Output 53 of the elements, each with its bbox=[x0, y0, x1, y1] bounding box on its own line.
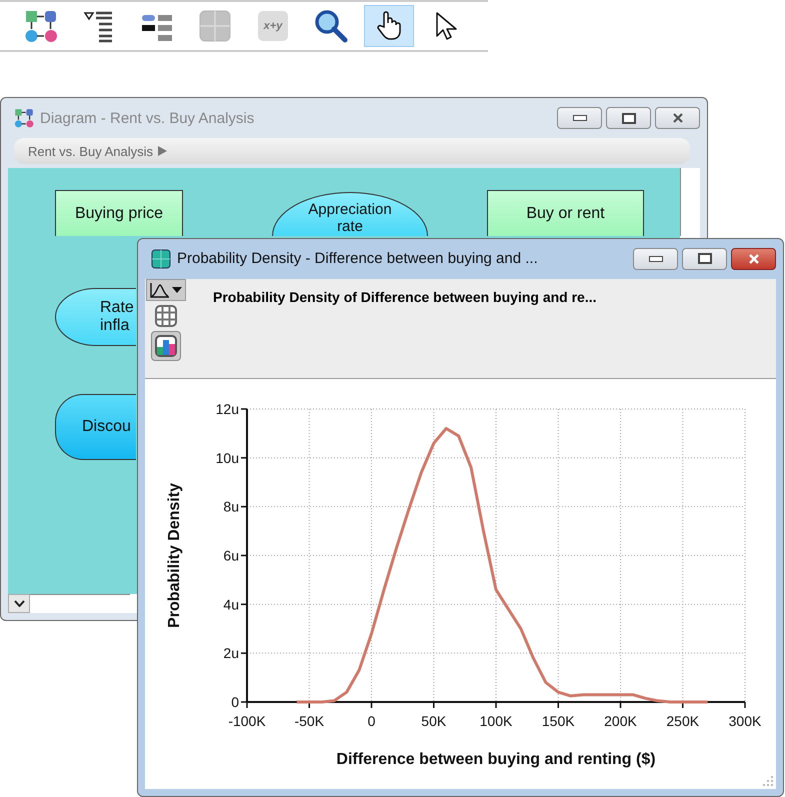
hand-icon bbox=[376, 11, 402, 41]
y-tick-label: 2u bbox=[223, 645, 239, 662]
y-tick-label: 6u bbox=[223, 548, 239, 564]
graph-view-button[interactable] bbox=[151, 330, 181, 361]
triangle-right-icon bbox=[157, 146, 167, 156]
x-tick-label: 50K bbox=[421, 713, 446, 729]
table-grid-icon bbox=[154, 304, 178, 328]
x-tick-label: 300K bbox=[728, 713, 762, 729]
table-icon bbox=[151, 248, 171, 269]
x-tick-label: -100K bbox=[228, 713, 266, 729]
restore-button[interactable] bbox=[682, 248, 727, 270]
close-button[interactable] bbox=[655, 107, 700, 129]
minimize-button[interactable] bbox=[633, 248, 678, 270]
chance-node[interactable]: Appreciation rate bbox=[272, 192, 428, 236]
chance-node[interactable]: Rate infla bbox=[55, 288, 136, 346]
y-tick-label: 10u bbox=[216, 450, 239, 466]
x-tick-label: 250K bbox=[666, 713, 700, 729]
close-icon bbox=[748, 252, 760, 265]
x-tick-label: 150K bbox=[542, 713, 575, 729]
bar-graph-icon bbox=[154, 334, 178, 358]
diagram-icon bbox=[14, 108, 34, 128]
y-tick-label: 0 bbox=[231, 694, 239, 710]
x-tick-label: -50K bbox=[294, 713, 324, 729]
close-icon bbox=[672, 112, 684, 124]
curve-dropdown-icon bbox=[149, 282, 183, 298]
hand-tool-button[interactable] bbox=[364, 5, 414, 47]
y-tick-label: 8u bbox=[223, 498, 239, 515]
window-title: Diagram - Rent vs. Buy Analysis bbox=[40, 110, 256, 126]
y-tick-label: 4u bbox=[223, 596, 239, 612]
restore-button[interactable] bbox=[606, 107, 651, 129]
dropdown-button[interactable] bbox=[8, 594, 30, 613]
grid-icon bbox=[198, 9, 232, 43]
chart-title: Probability Density of Difference between buying and re... bbox=[212, 288, 597, 307]
x-tick-label: 200K bbox=[604, 713, 637, 729]
expression-icon: x+y bbox=[258, 11, 288, 41]
x-tick-label: 0 bbox=[368, 713, 376, 729]
x-axis-title: Difference between buying and renting ($) bbox=[336, 751, 656, 768]
search-icon bbox=[314, 9, 348, 43]
diagram-icon bbox=[24, 9, 58, 43]
chart-type-view-button[interactable] bbox=[146, 278, 186, 301]
close-button[interactable] bbox=[731, 248, 776, 270]
y-tick-label: 12u bbox=[216, 401, 239, 417]
x-tick-label: 100K bbox=[480, 713, 512, 729]
resize-grip-icon bbox=[762, 775, 774, 787]
y-axis-title: Probability Density bbox=[166, 483, 183, 628]
breadcrumb-link[interactable]: Rent vs. Buy Analysis bbox=[28, 144, 153, 158]
decision-node[interactable]: Buying price bbox=[55, 190, 183, 236]
objective-node[interactable]: Discou bbox=[55, 394, 136, 460]
decision-node[interactable]: Buy or rent bbox=[487, 190, 644, 236]
window-title: Probability Density - Difference between buying and ... bbox=[177, 250, 539, 268]
pointer-icon bbox=[435, 11, 459, 41]
chevron-down-icon bbox=[14, 600, 24, 607]
minimize-button[interactable] bbox=[557, 107, 602, 129]
